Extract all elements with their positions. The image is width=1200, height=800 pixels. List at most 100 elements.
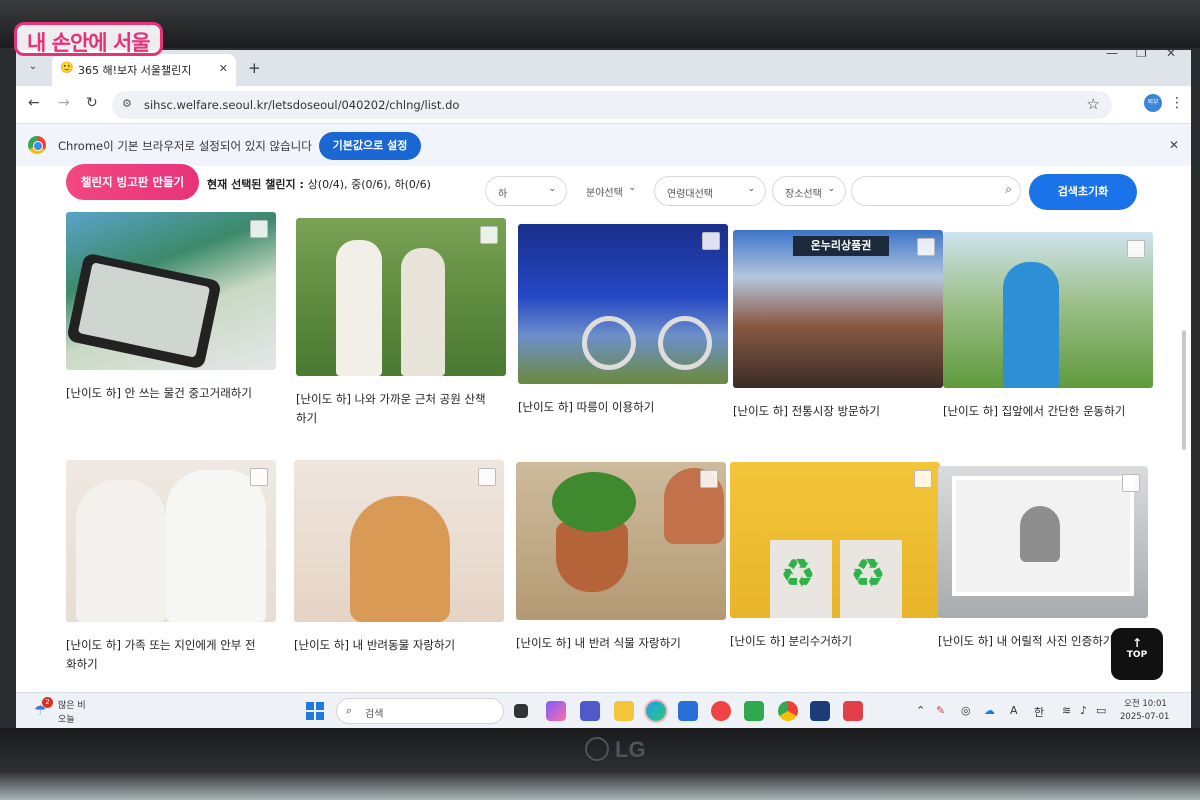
tab-active[interactable]: 🙂 365 해!보자 서울챌린지 ✕ — [52, 54, 236, 86]
app-icon[interactable] — [843, 701, 863, 721]
card-checkbox[interactable] — [917, 238, 935, 256]
infobar-close-icon[interactable]: ✕ — [1169, 138, 1179, 152]
tab-search-icon[interactable]: ⌄ — [22, 56, 44, 78]
set-default-button[interactable]: 기본값으로 설정 — [319, 132, 421, 160]
challenge-card[interactable]: [난이도 하] 집앞에서 간단한 운동하기 — [943, 232, 1153, 421]
clock-time[interactable]: 오전 10:01 — [1124, 697, 1167, 709]
browser-toolbar: ← → ↻ ⚙ sihsc.welfare.seoul.kr/letsdoseo… — [16, 86, 1191, 124]
card-title: [난이도 하] 따릉이 이용하기 — [518, 400, 655, 414]
card-title: [난이도 하] 안 쓰는 물건 중고거래하기 — [66, 386, 252, 400]
new-tab-icon[interactable]: + — [248, 59, 261, 77]
ime-mode[interactable]: A — [1010, 704, 1018, 717]
store-icon[interactable] — [678, 701, 698, 721]
difficulty-value: 하 — [498, 189, 508, 200]
address-bar[interactable]: ⚙ sihsc.welfare.seoul.kr/letsdoseoul/040… — [112, 91, 1112, 119]
challenge-card[interactable]: ♻ ♻ [난이도 하] 분리수거하기 — [730, 462, 940, 651]
teams-icon[interactable] — [580, 701, 600, 721]
page-scrollbar[interactable] — [1182, 330, 1186, 450]
ime-language[interactable]: 한 — [1034, 704, 1044, 720]
person-shape — [1003, 262, 1059, 388]
tray-app-icon[interactable]: ✎ — [936, 704, 945, 717]
dog-icon — [294, 460, 504, 622]
card-checkbox[interactable] — [914, 470, 932, 488]
minimize-icon[interactable]: — — [1106, 50, 1118, 60]
taskbar-search[interactable]: ⌕ 검색 — [336, 698, 504, 724]
copilot-icon[interactable] — [546, 701, 566, 721]
windows-start-icon[interactable] — [306, 702, 324, 720]
field-select[interactable]: 분야선택 ⌄ — [574, 176, 646, 206]
menu-kebab-icon[interactable]: ⋮ — [1170, 95, 1184, 111]
tray-app-icon[interactable]: ◎ — [961, 704, 971, 717]
difficulty-select[interactable]: 하 ⌄ — [485, 176, 567, 206]
watermark-logo: 내 손안에 서울 — [14, 22, 163, 56]
challenge-card[interactable]: [난이도 하] 내 반려동물 자랑하기 — [294, 460, 504, 655]
card-checkbox[interactable] — [702, 232, 720, 250]
search-field[interactable]: ⌕ — [851, 176, 1021, 206]
app-icon[interactable] — [711, 701, 731, 721]
task-view-icon[interactable] — [514, 704, 528, 718]
chevron-down-icon: ⌄ — [747, 184, 755, 194]
challenge-card[interactable]: 온누리상품권 [난이도 하] 전통시장 방문하기 — [733, 230, 943, 421]
filter-bar: 챌린지 빙고판 만들기 현재 선택된 챌린지 : 상(0/4), 중(0/6),… — [16, 164, 1191, 210]
volume-icon[interactable]: ♪ — [1080, 704, 1087, 717]
challenge-card[interactable]: [난이도 하] 내 반려 식물 자랑하기 — [516, 462, 726, 653]
onedrive-icon[interactable]: ☁ — [984, 704, 995, 717]
chrome-icon[interactable] — [778, 701, 798, 721]
search-icon[interactable]: ⌕ — [1005, 182, 1012, 197]
market-sign: 온누리상품권 — [793, 236, 889, 256]
place-select[interactable]: 장소선택 ⌄ — [772, 176, 846, 206]
clock-date[interactable]: 2025-07-01 — [1120, 712, 1169, 722]
tab-strip: ⌄ 🙂 365 해!보자 서울챌린지 ✕ + — [16, 50, 1191, 86]
tray-chevron-icon[interactable]: ⌃ — [916, 704, 925, 717]
tab-close-icon[interactable]: ✕ — [219, 62, 228, 75]
wheel-shape — [658, 316, 712, 370]
back-icon[interactable]: ← — [28, 95, 40, 111]
card-title: [난이도 하] 가족 또는 지인에게 안부 전화하기 — [66, 638, 256, 671]
person-shape — [401, 248, 445, 376]
monitor-bezel-top — [0, 0, 1200, 48]
chevron-down-icon: ⌄ — [548, 184, 556, 194]
reload-icon[interactable]: ↻ — [86, 95, 98, 111]
phone-call-icon — [66, 460, 276, 622]
make-bingo-button[interactable]: 챌린지 빙고판 만들기 — [66, 164, 199, 200]
site-info-icon[interactable]: ⚙ — [122, 97, 132, 110]
taskbar: ☂ 2 많은 비 오늘 ⌕ 검색 ⌃ ✎ ◎ ☁ A 한 ≋ ♪ ▭ 오전 10… — [16, 692, 1191, 730]
app-icon[interactable] — [744, 701, 764, 721]
card-checkbox[interactable] — [250, 220, 268, 238]
card-checkbox[interactable] — [1127, 240, 1145, 258]
tab-title: 365 해!보자 서울챌린지 — [78, 64, 192, 77]
app-icon[interactable] — [810, 701, 830, 721]
market-icon: 온누리상품권 — [733, 230, 943, 388]
file-explorer-icon[interactable] — [614, 701, 634, 721]
challenge-card[interactable]: [난이도 하] 가족 또는 지인에게 안부 전화하기 — [66, 460, 276, 674]
window-close-icon[interactable]: ✕ — [1166, 50, 1176, 60]
challenge-card[interactable]: [난이도 하] 안 쓰는 물건 중고거래하기 — [66, 212, 276, 403]
challenge-card[interactable]: [난이도 하] 내 어릴적 사진 인증하기 — [938, 466, 1148, 651]
card-checkbox[interactable] — [1122, 474, 1140, 492]
search-input[interactable] — [862, 183, 992, 201]
card-checkbox[interactable] — [700, 470, 718, 488]
bookmark-star-icon[interactable]: ☆ — [1087, 95, 1100, 113]
age-select[interactable]: 연령대선택 ⌄ — [654, 176, 766, 206]
battery-icon[interactable]: ▭ — [1096, 704, 1106, 717]
challenge-card[interactable]: [난이도 하] 따릉이 이용하기 — [518, 224, 728, 417]
card-title: [난이도 하] 집앞에서 간단한 운동하기 — [943, 404, 1126, 418]
card-checkbox[interactable] — [478, 468, 496, 486]
default-browser-infobar: Chrome이 기본 브라우저로 설정되어 있지 않습니다 기본값으로 설정 ✕ — [16, 124, 1191, 166]
wifi-icon[interactable]: ≋ — [1062, 704, 1071, 717]
leaves-shape — [552, 472, 636, 532]
field-value: 분야선택 — [586, 188, 623, 199]
recycle-symbol: ♻ — [780, 551, 816, 597]
card-checkbox[interactable] — [480, 226, 498, 244]
reset-search-button[interactable]: 검색초기화 — [1029, 174, 1137, 210]
profile-avatar[interactable]: 외부 — [1144, 94, 1162, 112]
person-shape — [166, 470, 266, 622]
scroll-top-button[interactable]: ↑ TOP — [1111, 628, 1163, 680]
restore-icon[interactable]: ❐ — [1136, 50, 1147, 60]
card-checkbox[interactable] — [250, 468, 268, 486]
edge-icon[interactable] — [644, 699, 668, 723]
challenge-card[interactable]: [난이도 하] 나와 가까운 근처 공원 산책하기 — [296, 218, 506, 428]
chevron-down-icon: ⌄ — [628, 183, 636, 193]
forward-icon[interactable]: → — [58, 95, 70, 111]
couple-walk-icon — [296, 218, 506, 376]
